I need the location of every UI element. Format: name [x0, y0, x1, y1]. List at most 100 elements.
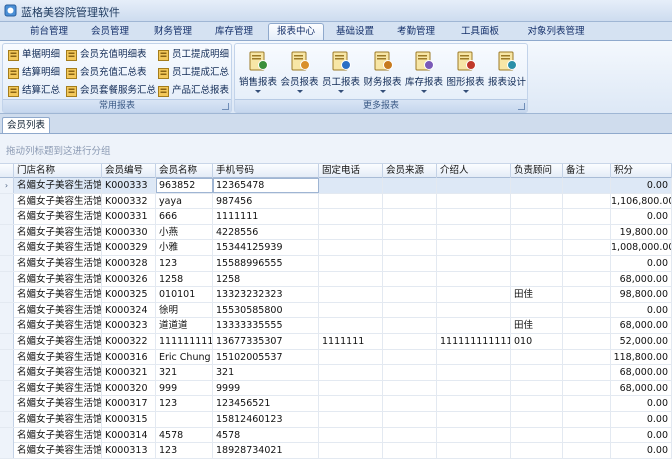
table-cell[interactable] — [563, 349, 611, 365]
table-cell[interactable] — [437, 318, 511, 334]
table-cell[interactable] — [383, 178, 437, 193]
table-cell[interactable] — [511, 427, 563, 443]
table-cell[interactable]: K000331 — [102, 209, 156, 225]
table-cell[interactable] — [511, 396, 563, 412]
table-cell[interactable]: 111111111111 — [437, 334, 511, 349]
table-cell[interactable]: K000321 — [102, 365, 156, 381]
column-header-2[interactable]: 会员名称 — [156, 164, 213, 178]
table-row[interactable]: 名媚女子美容生活馆 K000316 Eric Chung 15102005537 118… — [0, 349, 672, 366]
common-report-button-8[interactable]: 产品汇总报表 — [157, 83, 229, 99]
table-cell[interactable]: 987456 — [213, 193, 319, 209]
more-report-button-1[interactable]: 会员报表 — [279, 48, 321, 98]
table-cell[interactable] — [437, 193, 511, 209]
table-cell[interactable] — [563, 271, 611, 287]
table-cell[interactable] — [437, 271, 511, 287]
table-cell[interactable]: K000325 — [102, 287, 156, 303]
table-cell[interactable]: 52,000.00 — [611, 334, 672, 349]
table-cell[interactable] — [319, 287, 383, 303]
table-cell[interactable] — [437, 380, 511, 396]
table-cell[interactable]: 0.00 — [611, 427, 672, 443]
table-cell[interactable] — [563, 240, 611, 256]
table-row[interactable]: 名媚女子美容生活馆 K000314 4578 4578 0.00 — [0, 427, 672, 444]
table-cell[interactable]: 名媚女子美容生活馆 — [14, 396, 102, 412]
column-header-3[interactable]: 手机号码 — [213, 164, 319, 178]
table-cell[interactable]: 15812460123 — [213, 412, 319, 427]
table-cell[interactable] — [437, 256, 511, 271]
table-cell[interactable]: K000314 — [102, 427, 156, 443]
table-cell[interactable] — [319, 178, 383, 193]
table-cell[interactable]: 123 — [156, 396, 213, 412]
table-cell[interactable] — [437, 287, 511, 303]
table-cell[interactable] — [563, 443, 611, 459]
table-cell[interactable] — [437, 178, 511, 193]
table-cell[interactable]: 123 — [156, 443, 213, 459]
tab-7[interactable]: 工具面板 — [452, 25, 508, 40]
common-report-button-3[interactable]: 结算明细 — [7, 65, 60, 81]
table-row[interactable]: 名媚女子美容生活馆 K000330 小燕 4228556 19,800.00 — [0, 224, 672, 241]
table-cell[interactable]: K000316 — [102, 349, 156, 365]
table-cell[interactable]: 名媚女子美容生活馆 — [14, 209, 102, 225]
table-cell[interactable] — [383, 256, 437, 271]
table-cell[interactable] — [511, 178, 563, 193]
table-cell[interactable] — [383, 224, 437, 240]
table-cell[interactable] — [563, 396, 611, 412]
more-report-button-5[interactable]: 图形报表 — [445, 48, 487, 98]
more-report-button-6[interactable]: 报表设计 — [486, 48, 528, 98]
table-cell[interactable]: 0.00 — [611, 256, 672, 271]
column-header-1[interactable]: 会员编号 — [102, 164, 156, 178]
tab-1[interactable]: 会员管理 — [82, 25, 138, 40]
table-cell[interactable]: 1258 — [156, 271, 213, 287]
table-cell[interactable] — [511, 240, 563, 256]
table-cell[interactable]: 1111111 — [213, 209, 319, 225]
table-cell[interactable] — [511, 193, 563, 209]
table-cell[interactable]: 68,000.00 — [611, 318, 672, 334]
table-cell[interactable]: 1258 — [213, 271, 319, 287]
table-cell[interactable] — [319, 427, 383, 443]
table-cell[interactable]: 15530585800 — [213, 302, 319, 318]
table-cell[interactable]: 13323232323 — [213, 287, 319, 303]
common-report-button-0[interactable]: 单据明细 — [7, 47, 60, 63]
table-cell[interactable] — [319, 209, 383, 225]
table-cell[interactable]: 名媚女子美容生活馆 — [14, 178, 102, 193]
table-cell[interactable]: K000324 — [102, 302, 156, 318]
table-cell[interactable]: 12365478 — [213, 178, 319, 193]
table-cell[interactable]: 徐明 — [156, 302, 213, 318]
table-cell[interactable] — [437, 240, 511, 256]
table-cell[interactable]: K000323 — [102, 318, 156, 334]
table-cell[interactable] — [563, 380, 611, 396]
table-cell[interactable] — [319, 349, 383, 365]
table-cell[interactable] — [319, 380, 383, 396]
column-header-5[interactable]: 会员来源 — [383, 164, 437, 178]
table-cell[interactable] — [563, 224, 611, 240]
table-cell[interactable]: 道道道 — [156, 318, 213, 334]
tab-3[interactable]: 库存管理 — [206, 25, 262, 40]
table-cell[interactable]: 名媚女子美容生活馆 — [14, 443, 102, 459]
table-cell[interactable]: 1111111 — [319, 334, 383, 349]
table-cell[interactable]: 999 — [156, 380, 213, 396]
group-launcher-more[interactable] — [518, 103, 525, 110]
column-header-4[interactable]: 固定电话 — [319, 164, 383, 178]
more-report-button-3[interactable]: 财务报表 — [362, 48, 404, 98]
table-cell[interactable] — [563, 365, 611, 381]
table-cell[interactable] — [319, 256, 383, 271]
common-report-button-4[interactable]: 会员充值汇总表 — [65, 65, 147, 81]
table-cell[interactable]: 名媚女子美容生活馆 — [14, 334, 102, 349]
table-cell[interactable]: 321 — [156, 365, 213, 381]
table-cell[interactable] — [383, 427, 437, 443]
table-cell[interactable]: K000317 — [102, 396, 156, 412]
table-cell[interactable]: 98,800.00 — [611, 287, 672, 303]
table-cell[interactable] — [437, 443, 511, 459]
table-cell[interactable] — [383, 302, 437, 318]
table-cell[interactable]: 名媚女子美容生活馆 — [14, 380, 102, 396]
table-cell[interactable] — [319, 240, 383, 256]
table-cell[interactable]: 名媚女子美容生活馆 — [14, 287, 102, 303]
more-report-button-4[interactable]: 库存报表 — [403, 48, 445, 98]
table-cell[interactable]: 0.00 — [611, 302, 672, 318]
table-cell[interactable]: 1,106,800.00 — [611, 193, 672, 209]
table-cell[interactable] — [383, 443, 437, 459]
table-cell[interactable] — [319, 302, 383, 318]
table-cell[interactable] — [319, 318, 383, 334]
table-cell[interactable] — [319, 396, 383, 412]
table-cell[interactable]: 15344125939 — [213, 240, 319, 256]
table-cell[interactable] — [563, 256, 611, 271]
